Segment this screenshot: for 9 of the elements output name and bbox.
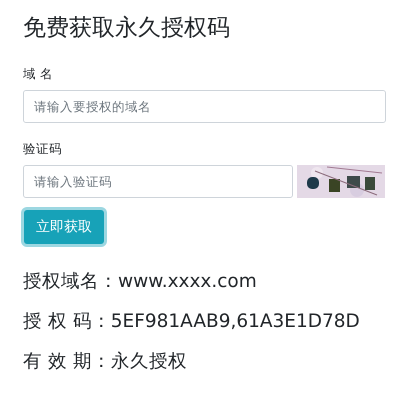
field-label: 域 名 <box>23 66 54 82</box>
field-label: 验证码 <box>23 141 63 157</box>
result-line: 授权域名：www.xxxx.com <box>23 270 258 294</box>
result-line: 授 权 码：5EF981AAB9,61A3E1D78D <box>23 310 361 334</box>
get-code-button[interactable]: 立即获取 <box>24 210 104 244</box>
result-line: 有 效 期：永久授权 <box>23 350 188 374</box>
domain-input-field[interactable]: 请输入要授权的域名 <box>23 90 386 123</box>
captcha-input-field[interactable]: 请输入验证码 <box>23 165 293 198</box>
page-title: 免费获取永久授权码 <box>23 14 231 43</box>
